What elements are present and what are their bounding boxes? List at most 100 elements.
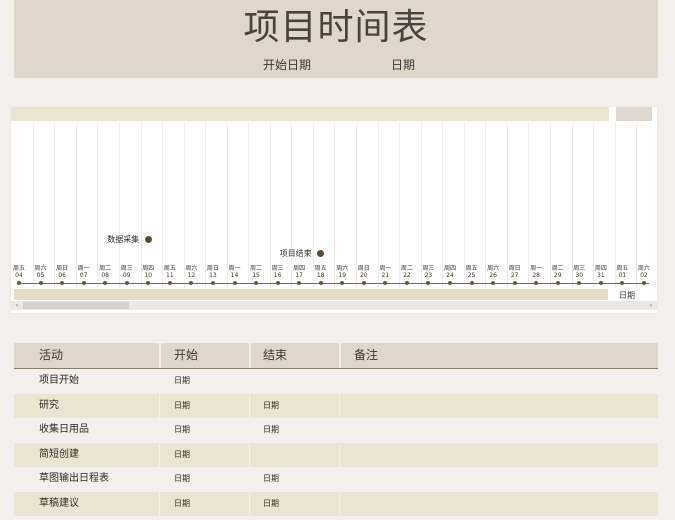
timeline-bottom-label: 日期 (619, 291, 635, 300)
table-header: 活动 开始 结束 备注 (14, 343, 658, 369)
timeline-axis-dot (426, 281, 431, 285)
table-cell-activity[interactable]: 收集日用品 (39, 418, 89, 442)
table-cell-end[interactable]: 日期 (263, 467, 279, 491)
timeline-day-date: 12 (187, 272, 196, 279)
timeline-day: 周四 24 (440, 265, 461, 279)
timeline-day-weekday: 周六 (34, 265, 47, 272)
table-cell-end[interactable]: 日期 (263, 492, 279, 516)
timeline-day-date: 26 (489, 272, 497, 279)
table-row: 研究 日期 日期 (14, 393, 658, 418)
timeline-axis-dot (146, 281, 151, 285)
table-cell-activity[interactable]: 研究 (39, 394, 59, 418)
table-cell-activity[interactable]: 简短创建 (39, 443, 79, 467)
timeline-axis-dot (598, 281, 603, 285)
timeline-axis-dot (38, 281, 43, 285)
header-end: 结束 (263, 348, 288, 362)
timeline-grid-line (442, 122, 444, 288)
timeline-day-date: 15 (252, 272, 260, 279)
timeline-grid-line (549, 122, 551, 288)
timeline-day-weekday: 周五 (163, 265, 176, 272)
timeline-axis-dot (448, 281, 452, 285)
header-start: 开始 (174, 348, 199, 362)
header-divider (339, 343, 341, 368)
timeline-axis-dot (512, 281, 517, 285)
milestone-marker[interactable] (317, 250, 325, 257)
timeline-day-date: 16 (273, 272, 282, 279)
scroll-right-arrow-icon[interactable]: › (646, 301, 656, 310)
table-row: 草稿建议 日期 日期 (14, 491, 658, 516)
timeline-grid-line (118, 122, 120, 288)
timeline-axis-dot (383, 281, 388, 285)
timeline-day-date: 08 (101, 272, 109, 279)
timeline-day: 周日 06 (52, 265, 73, 279)
timeline-grid-line (226, 122, 228, 288)
timeline-day-date: 29 (553, 272, 562, 279)
timeline-day-date: 20 (359, 272, 368, 279)
table-cell-activity[interactable]: 草稿建议 (39, 492, 79, 516)
timeline-grid-line (140, 122, 142, 288)
timeline-day-weekday: 周四 (594, 265, 607, 272)
timeline-day-date: 27 (510, 272, 519, 279)
scroll-left-arrow-icon[interactable]: ‹ (12, 301, 22, 310)
timeline-day-weekday: 周日 (357, 265, 370, 272)
column-divider (249, 418, 250, 442)
milestone-marker[interactable] (144, 236, 152, 243)
table-cell-end[interactable]: 日期 (263, 418, 279, 442)
table-cell-activity[interactable]: 草图输出日程表 (39, 467, 109, 491)
table-cell-start[interactable]: 日期 (174, 418, 190, 442)
horizontal-scrollbar[interactable]: ‹ › (11, 301, 657, 310)
timeline-day-date: 06 (58, 272, 66, 279)
timeline-day-weekday: 周四 (443, 265, 456, 272)
timeline-axis-dot (641, 281, 646, 285)
table-cell-start[interactable]: 日期 (174, 467, 190, 491)
timeline-axis-dot (167, 281, 172, 285)
timeline-day: 周六 12 (181, 265, 202, 279)
table-cell-start[interactable]: 日期 (174, 394, 190, 418)
timeline-day-weekday: 周日 (206, 265, 219, 272)
table-cell-start[interactable]: 日期 (174, 443, 190, 467)
timeline-top-bar (11, 107, 609, 121)
timeline-axis-dot (491, 281, 496, 285)
timeline-grid-line (463, 122, 465, 288)
table-cell-activity[interactable]: 项目开始 (39, 369, 79, 393)
timeline-day: 周三 23 (418, 265, 439, 279)
timeline-bottom-bar (14, 289, 608, 300)
timeline-day-weekday: 周五 (314, 265, 327, 272)
header-banner: 项目时间表 开始日期 日期 (14, 0, 658, 78)
timeline-grid-line (636, 122, 638, 288)
table-cell-start[interactable]: 日期 (174, 492, 190, 516)
timeline-day-weekday: 周五 (12, 265, 25, 272)
timeline-axis-dot (534, 281, 539, 285)
timeline-day: 周六 26 (483, 265, 504, 279)
column-divider (339, 491, 340, 516)
timeline-day-date: 09 (122, 272, 131, 279)
timeline-day-date: 19 (338, 272, 347, 279)
timeline-day-date: 07 (79, 272, 88, 279)
timeline-day-weekday: 周日 (508, 265, 521, 272)
column-divider (159, 418, 160, 442)
column-divider (159, 491, 160, 516)
timeline-day-date: 31 (597, 272, 605, 279)
timeline-grid-line (571, 122, 573, 288)
timeline-axis-dot (297, 281, 302, 285)
timeline-axis-dot (17, 281, 21, 285)
timeline-day: 周四 17 (289, 265, 310, 279)
timeline-axis-dot (340, 281, 345, 285)
timeline-top-bar-end (616, 107, 652, 121)
scrollbar-thumb[interactable] (23, 302, 129, 309)
timeline-day-date: 21 (381, 272, 390, 279)
table-cell-end[interactable]: 日期 (263, 394, 279, 418)
timeline-axis-dot (103, 281, 108, 285)
table-cell-start[interactable]: 日期 (174, 369, 190, 393)
timeline-axis-dot (555, 281, 560, 285)
milestone-label: 项目结束 (279, 249, 312, 258)
timeline-day-weekday: 周一 (228, 265, 241, 272)
table-row: 项目开始 日期 (14, 369, 658, 394)
start-date-value[interactable]: 日期 (391, 56, 415, 73)
timeline-day-weekday: 周四 (142, 265, 155, 272)
timeline-grid-line (399, 122, 401, 288)
timeline-grid-line (97, 122, 99, 288)
header-divider (159, 343, 161, 368)
timeline-day-date: 22 (403, 272, 411, 279)
timeline-day-date: 11 (166, 272, 174, 279)
